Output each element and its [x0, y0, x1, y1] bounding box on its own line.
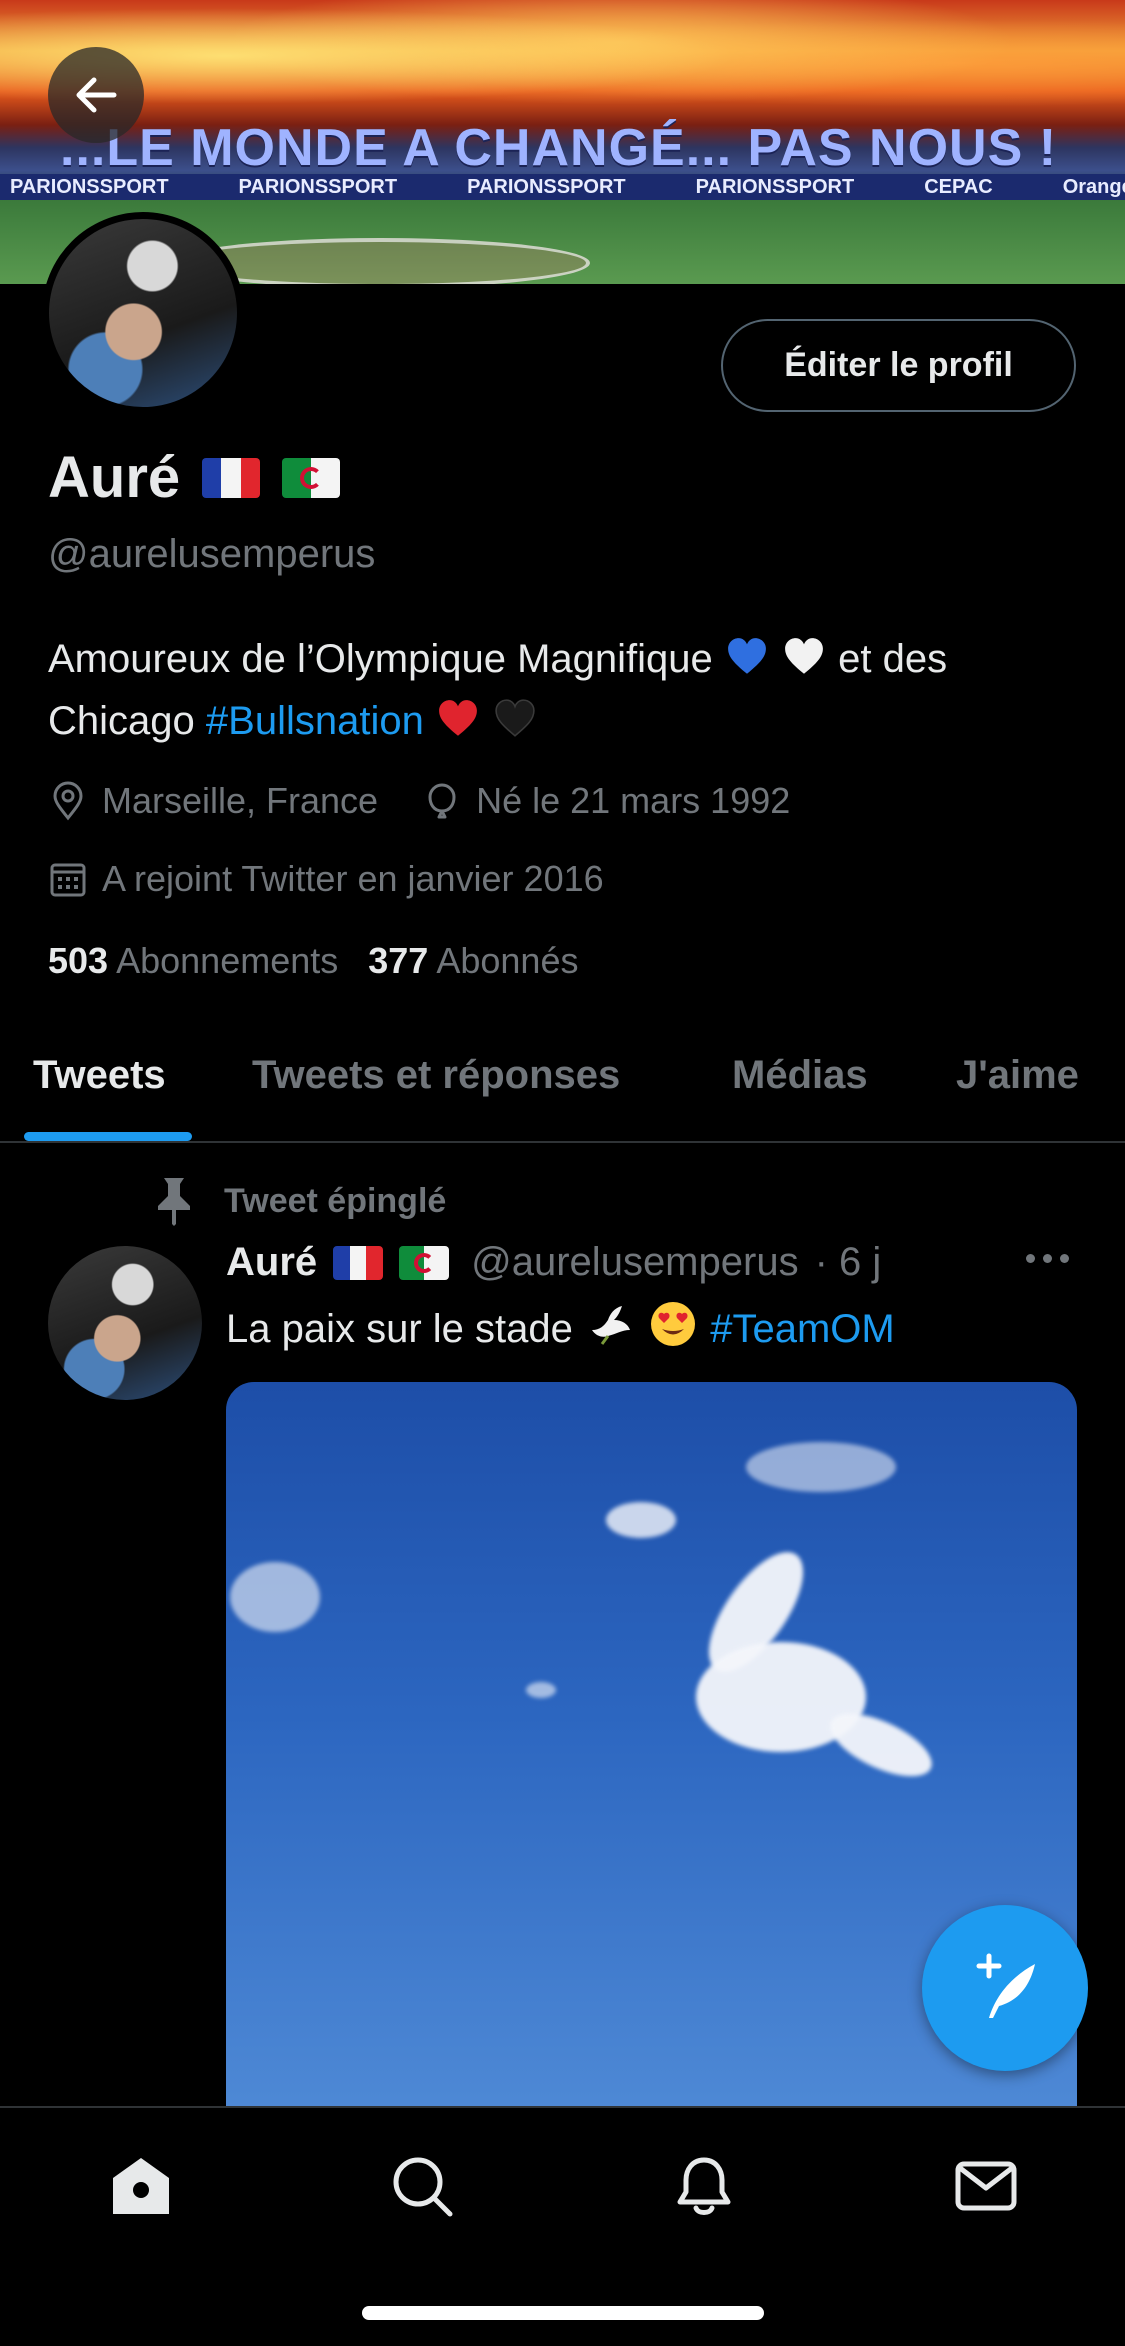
birthday-text: Né le 21 mars 1992	[476, 780, 791, 821]
followers-link[interactable]: 377 Abonnés	[368, 940, 578, 982]
cloud-shape	[821, 1700, 941, 1790]
more-options-icon[interactable]	[1026, 1254, 1069, 1263]
location-item: Marseille, France	[48, 780, 378, 822]
cloud-shape	[746, 1442, 896, 1492]
white-heart-icon	[785, 638, 823, 674]
follow-stats: 503 Abonnements 377 Abonnés	[48, 940, 578, 982]
tab-tweets-and-replies[interactable]: Tweets et réponses	[252, 1053, 620, 1098]
messages-icon	[955, 2161, 1017, 2211]
home-icon	[113, 2158, 169, 2214]
birthday-item: Né le 21 mars 1992	[422, 780, 790, 822]
tab-media[interactable]: Médias	[732, 1053, 868, 1098]
followers-label: Abonnés	[436, 940, 579, 981]
profile-name: Auré	[48, 445, 181, 510]
tweet-author-avatar[interactable]	[48, 1246, 202, 1400]
location-text: Marseille, France	[102, 780, 379, 821]
black-heart-icon	[495, 699, 535, 737]
bio-text: et des	[838, 637, 948, 681]
tweet-text: La paix sur le stade #TeamOM	[226, 1300, 895, 1352]
banner-ad: CEPAC	[924, 175, 993, 198]
compose-tweet-button[interactable]	[922, 1905, 1088, 2071]
nav-messages[interactable]	[950, 2150, 1022, 2222]
balloon-icon	[428, 783, 456, 819]
banner-ad: PARIONSSPORT	[238, 175, 398, 198]
france-flag-icon	[333, 1245, 384, 1280]
tweet-text-body: La paix sur le stade	[226, 1307, 573, 1351]
banner-ad: Orange	[1062, 175, 1125, 198]
pin-icon	[158, 1178, 190, 1226]
tab-likes[interactable]: J'aime	[956, 1053, 1079, 1098]
active-tab-indicator	[24, 1132, 192, 1141]
followers-count: 377	[368, 940, 429, 981]
bio-text: Amoureux de l’Olympique Magnifique	[48, 637, 713, 681]
arrow-left-icon	[76, 77, 117, 113]
red-heart-icon	[439, 700, 477, 736]
joined-item: A rejoint Twitter en janvier 2016	[48, 858, 604, 900]
home-indicator[interactable]	[362, 2306, 764, 2320]
following-count: 503	[48, 940, 109, 981]
profile-joined-row: A rejoint Twitter en janvier 2016	[48, 858, 604, 900]
algeria-flag-icon	[399, 1245, 450, 1280]
tweet-author-name[interactable]: Auré	[226, 1240, 317, 1285]
banner-ad: PARIONSSPORT	[10, 175, 169, 198]
joined-text: A rejoint Twitter en janvier 2016	[102, 858, 604, 899]
cloud-shape	[230, 1562, 320, 1632]
cloud-shape	[606, 1502, 676, 1538]
edit-profile-button[interactable]: Éditer le profil	[721, 319, 1076, 412]
tweet-time: · 6 j	[814, 1240, 882, 1284]
banner-slogan: ...LE MONDE A CHANGÉ... PAS NOUS !	[60, 119, 1058, 177]
tweet-header: Auré @aurelusemperus · 6 j	[226, 1240, 881, 1285]
banner-ad: PARIONSSPORT	[467, 175, 626, 198]
bio-hashtag-link[interactable]: #Bullsnation	[206, 699, 424, 743]
back-button[interactable]	[48, 47, 144, 143]
pinned-label: Tweet épinglé	[224, 1181, 447, 1220]
france-flag-icon	[202, 457, 261, 498]
algeria-flag-icon	[282, 457, 341, 498]
profile-tabs: Tweets Tweets et réponses Médias J'aime	[0, 1005, 1125, 1143]
profile-bio: Amoureux de l’Olympique Magnifique et de…	[48, 628, 1088, 752]
blue-heart-icon	[728, 638, 766, 674]
notifications-icon	[677, 2157, 731, 2215]
calendar-icon	[50, 863, 86, 897]
nav-search[interactable]	[386, 2150, 458, 2222]
tweet-hashtag-link[interactable]: #TeamOM	[710, 1307, 895, 1351]
tweet-author-handle: @aurelusemperus	[471, 1240, 799, 1284]
tab-tweets[interactable]: Tweets	[33, 1053, 166, 1098]
bio-text: Chicago	[48, 699, 195, 743]
feather-plus-icon	[976, 1953, 1035, 2018]
following-label: Abonnements	[116, 940, 339, 981]
location-pin-icon	[53, 781, 83, 821]
cloud-shape	[526, 1682, 556, 1698]
dove-icon	[592, 1306, 630, 1345]
pinned-label-row: Tweet épinglé	[152, 1176, 446, 1226]
avatar-image	[49, 219, 237, 407]
banner-ad: PARIONSSPORT	[695, 175, 855, 198]
search-icon	[393, 2157, 453, 2217]
profile-name-row: Auré	[48, 444, 341, 511]
banner-ads-board: PARIONSSPORT PARIONSSPORT PARIONSSPORT P…	[0, 174, 1125, 200]
heart-eyes-emoji-icon	[651, 1302, 696, 1346]
following-link[interactable]: 503 Abonnements	[48, 940, 338, 982]
nav-notifications[interactable]	[668, 2150, 740, 2222]
profile-handle: @aurelusemperus	[48, 532, 376, 576]
profile-avatar[interactable]	[42, 212, 244, 414]
profile-meta-row: Marseille, France Né le 21 mars 1992	[48, 780, 790, 822]
nav-home[interactable]	[105, 2150, 177, 2222]
